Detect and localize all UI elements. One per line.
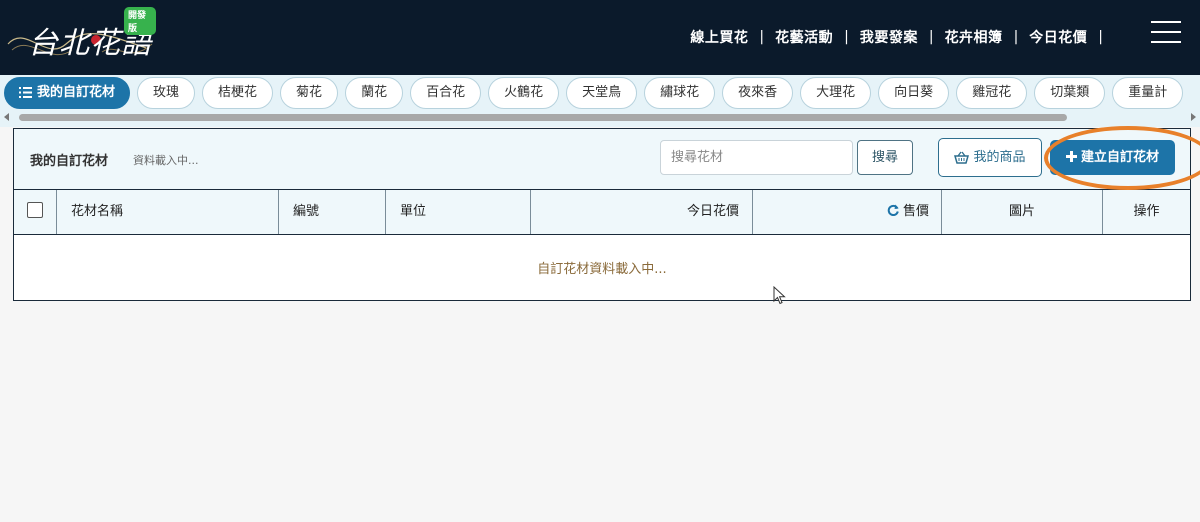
- create-button-label: 建立自訂花材: [1080, 150, 1159, 165]
- plus-icon: [1065, 151, 1077, 162]
- column-header-code[interactable]: 編號: [279, 190, 386, 234]
- nav-separator: |: [844, 29, 849, 45]
- category-tab[interactable]: 繡球花: [644, 77, 716, 109]
- category-tab[interactable]: 玫瑰: [137, 77, 196, 109]
- basket-icon: [954, 151, 970, 164]
- hamburger-menu-icon[interactable]: [1151, 21, 1181, 43]
- category-tab-label: 我的自訂花材: [37, 85, 116, 100]
- category-tab[interactable]: 切葉類: [1034, 77, 1106, 109]
- panel-header: 我的自訂花材 資料載入中... 搜尋 我的商品 建立自訂花材: [14, 126, 1200, 190]
- sale-price-label: 售價: [902, 204, 929, 219]
- table-header: 花材名稱 編號 單位 今日花價 售價 圖片 操作: [14, 190, 1190, 235]
- list-icon: [19, 87, 32, 98]
- category-tab[interactable]: 重量計: [1112, 77, 1184, 109]
- category-tab[interactable]: 夜來香: [722, 77, 794, 109]
- column-header-image: 圖片: [942, 190, 1103, 234]
- search-button[interactable]: 搜尋: [857, 140, 913, 175]
- category-tab[interactable]: 蘭花: [345, 77, 404, 109]
- scroll-right-arrow-icon[interactable]: [1191, 113, 1196, 121]
- select-all-checkbox[interactable]: [27, 202, 43, 218]
- my-products-button[interactable]: 我的商品: [938, 138, 1042, 177]
- category-scrollbar[interactable]: [0, 112, 1200, 122]
- category-tab[interactable]: 大理花: [800, 77, 872, 109]
- my-products-label: 我的商品: [973, 150, 1026, 165]
- category-tab[interactable]: 菊花: [280, 77, 339, 109]
- category-tab-my-custom[interactable]: 我的自訂花材: [4, 77, 131, 109]
- category-tab[interactable]: 火鶴花: [488, 77, 560, 109]
- search-input[interactable]: [660, 140, 853, 175]
- nav-separator: |: [1098, 29, 1103, 45]
- custom-materials-panel: 我的自訂花材 資料載入中... 搜尋 我的商品 建立自訂花材 花材名稱 編號 單…: [13, 126, 1200, 301]
- nav-post-job[interactable]: 我要發案: [860, 27, 918, 47]
- table-loading-message: 自訂花材資料載入中...: [537, 262, 667, 277]
- loading-status: 資料載入中...: [133, 154, 199, 167]
- category-tabs: 我的自訂花材 玫瑰 桔梗花 菊花 蘭花 百合花 火鶴花 天堂鳥 繡球花 夜來香 …: [4, 77, 1190, 109]
- scrollbar-thumb[interactable]: [19, 114, 1067, 121]
- main-nav: 線上買花 | 花藝活動 | 我要發案 | 花卉相簿 | 今日花價 |: [690, 27, 1114, 47]
- column-header-today-price[interactable]: 今日花價: [531, 190, 753, 234]
- create-custom-material-button[interactable]: 建立自訂花材: [1050, 140, 1175, 175]
- category-tab[interactable]: 桔梗花: [202, 77, 274, 109]
- category-tab[interactable]: 向日葵: [878, 77, 950, 109]
- select-all-column: [14, 190, 57, 234]
- refresh-icon[interactable]: [887, 204, 899, 216]
- column-header-unit[interactable]: 單位: [386, 190, 531, 234]
- nav-separator: |: [928, 29, 934, 45]
- nav-flower-album[interactable]: 花卉相簿: [945, 27, 1003, 47]
- dev-version-badge: 開發版: [124, 7, 156, 35]
- category-bar: 我的自訂花材 玫瑰 桔梗花 菊花 蘭花 百合花 火鶴花 天堂鳥 繡球花 夜來香 …: [0, 75, 1200, 127]
- site-logo[interactable]: 台北花語 開發版: [6, 4, 156, 68]
- nav-floral-events[interactable]: 花藝活動: [775, 27, 833, 47]
- mouse-cursor-icon: [773, 286, 786, 305]
- top-header: 台北花語 開發版 線上買花 | 花藝活動 | 我要發案 | 花卉相簿 | 今日花…: [0, 0, 1200, 75]
- category-tab[interactable]: 百合花: [410, 77, 482, 109]
- nav-separator: |: [759, 29, 765, 45]
- panel-title: 我的自訂花材: [30, 154, 109, 169]
- category-tab[interactable]: 雞冠花: [956, 77, 1028, 109]
- column-header-name[interactable]: 花材名稱: [57, 190, 279, 234]
- scroll-left-arrow-icon[interactable]: [4, 113, 9, 121]
- nav-separator: |: [1013, 29, 1019, 45]
- category-tab[interactable]: 天堂鳥: [566, 77, 638, 109]
- column-header-action: 操作: [1133, 204, 1160, 219]
- nav-buy-flowers[interactable]: 線上買花: [690, 27, 748, 47]
- column-header-sale-price[interactable]: 售價: [753, 190, 942, 234]
- nav-today-price[interactable]: 今日花價: [1029, 27, 1087, 47]
